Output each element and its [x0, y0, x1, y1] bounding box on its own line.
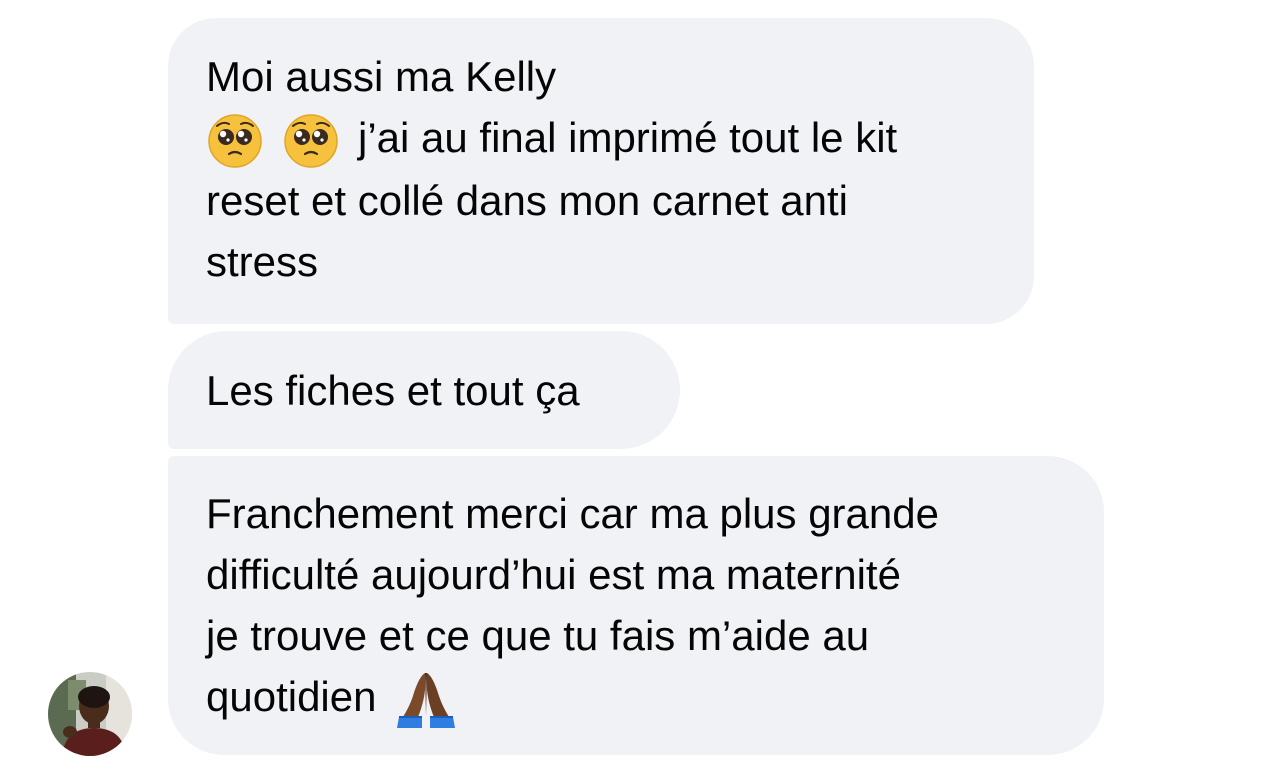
message-text: Les fiches et tout ça	[206, 367, 580, 414]
message-text: quotidien	[206, 673, 377, 720]
message-text-line: quotidien	[206, 666, 1066, 730]
avatar-photo	[48, 672, 132, 756]
message-bubble-1[interactable]: Moi aussi ma Kelly j’ai au final imprimé…	[168, 18, 1034, 324]
message-bubble-2[interactable]: Les fiches et tout ça	[168, 331, 680, 449]
message-text: je trouve et ce que tu fais m’aide au	[206, 612, 870, 659]
message-text: j’ai au final imprimé tout le kit	[358, 114, 898, 161]
folded-hands-icon	[397, 672, 456, 728]
message-text: reset et collé dans mon carnet anti	[206, 176, 849, 224]
message-text: Moi aussi ma Kelly	[206, 53, 557, 100]
pleading-face-icon	[208, 114, 262, 168]
pleading-face-icon	[284, 114, 338, 168]
message-text-line: j’ai au final imprimé tout le kit	[206, 107, 996, 170]
avatar[interactable]	[48, 672, 132, 756]
message-text: difficulté aujourd’hui est ma maternité	[206, 551, 901, 598]
message-text: stress	[206, 237, 319, 285]
message-bubble-3[interactable]: Franchement merci car ma plus grande dif…	[168, 456, 1104, 755]
message-text: Franchement merci car ma plus grande	[206, 490, 939, 537]
